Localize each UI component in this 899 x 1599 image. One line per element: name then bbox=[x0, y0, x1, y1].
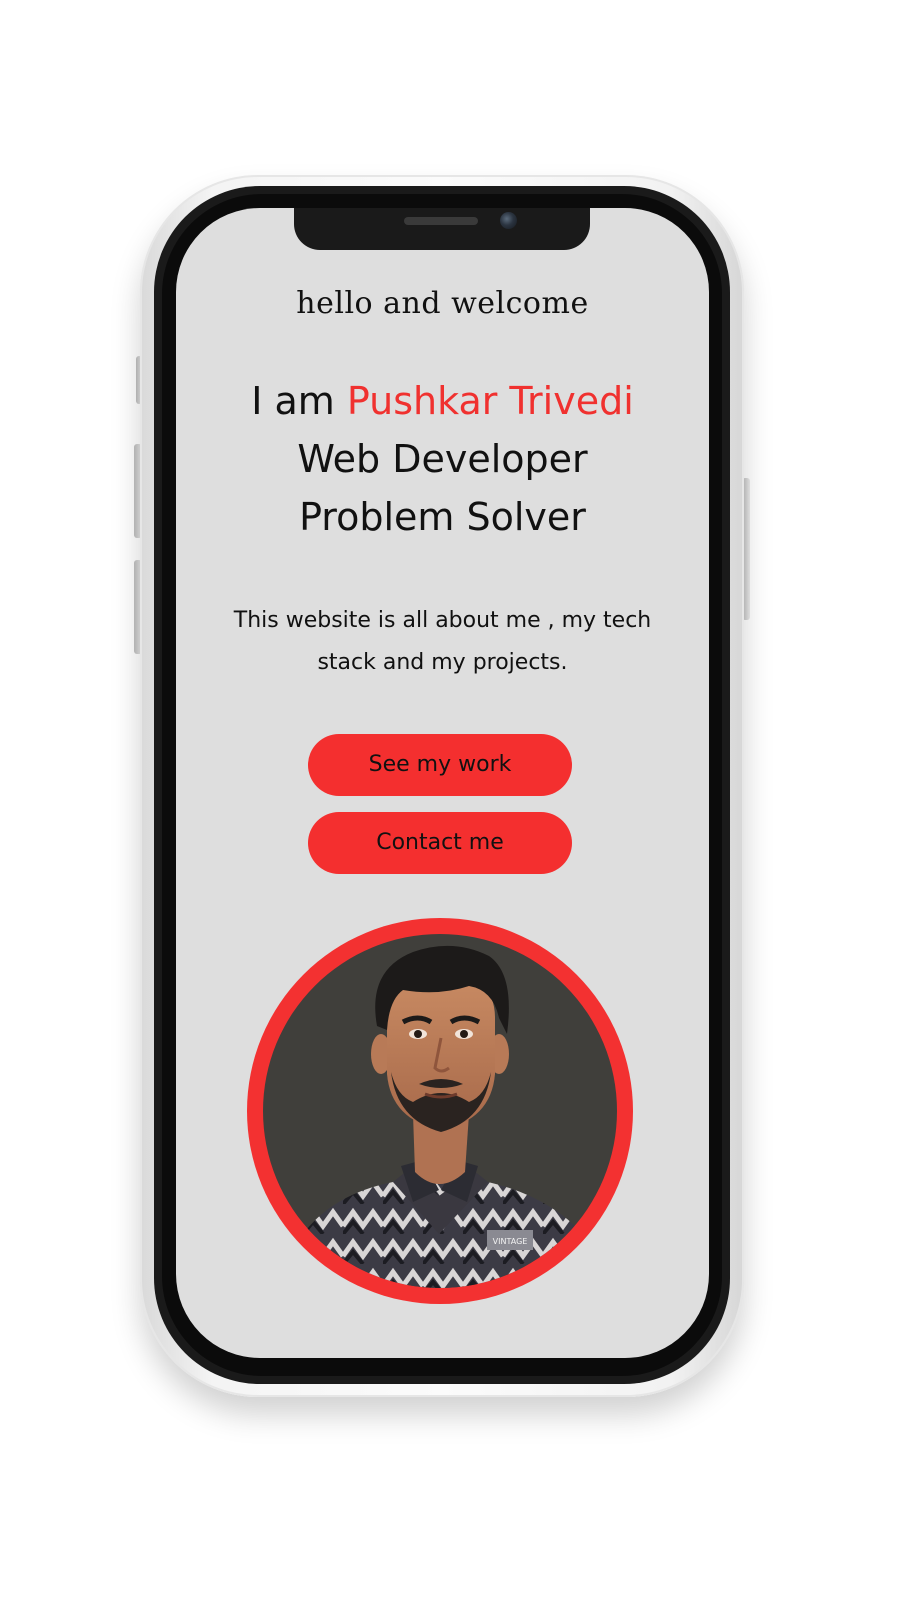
hero-section: hello and welcome I am Pushkar Trivedi W… bbox=[176, 208, 709, 1358]
notch bbox=[294, 208, 590, 250]
shirt-label: VINTAGE bbox=[493, 1237, 528, 1246]
avatar: VINTAGE bbox=[263, 934, 617, 1288]
contact-me-button[interactable]: Contact me bbox=[308, 812, 572, 874]
front-camera-icon bbox=[500, 212, 517, 229]
headline: I am Pushkar Trivedi Web Developer Probl… bbox=[176, 372, 709, 546]
speaker-grille bbox=[404, 217, 478, 225]
profile-photo-icon: VINTAGE bbox=[283, 945, 608, 1288]
see-my-work-button[interactable]: See my work bbox=[308, 734, 572, 796]
headline-line-1: I am Pushkar Trivedi bbox=[176, 372, 709, 430]
headline-trait: Problem Solver bbox=[299, 495, 586, 539]
headline-role: Web Developer bbox=[297, 437, 588, 481]
headline-prefix: I am bbox=[251, 379, 335, 423]
greeting-text: hello and welcome bbox=[296, 286, 589, 321]
phone-mockup: hello and welcome I am Pushkar Trivedi W… bbox=[0, 0, 899, 1599]
phone-screen: hello and welcome I am Pushkar Trivedi W… bbox=[176, 208, 709, 1358]
developer-name: Pushkar Trivedi bbox=[346, 379, 634, 423]
tagline: This website is all about me , my tech s… bbox=[233, 608, 652, 675]
avatar-ring: VINTAGE bbox=[247, 918, 633, 1304]
